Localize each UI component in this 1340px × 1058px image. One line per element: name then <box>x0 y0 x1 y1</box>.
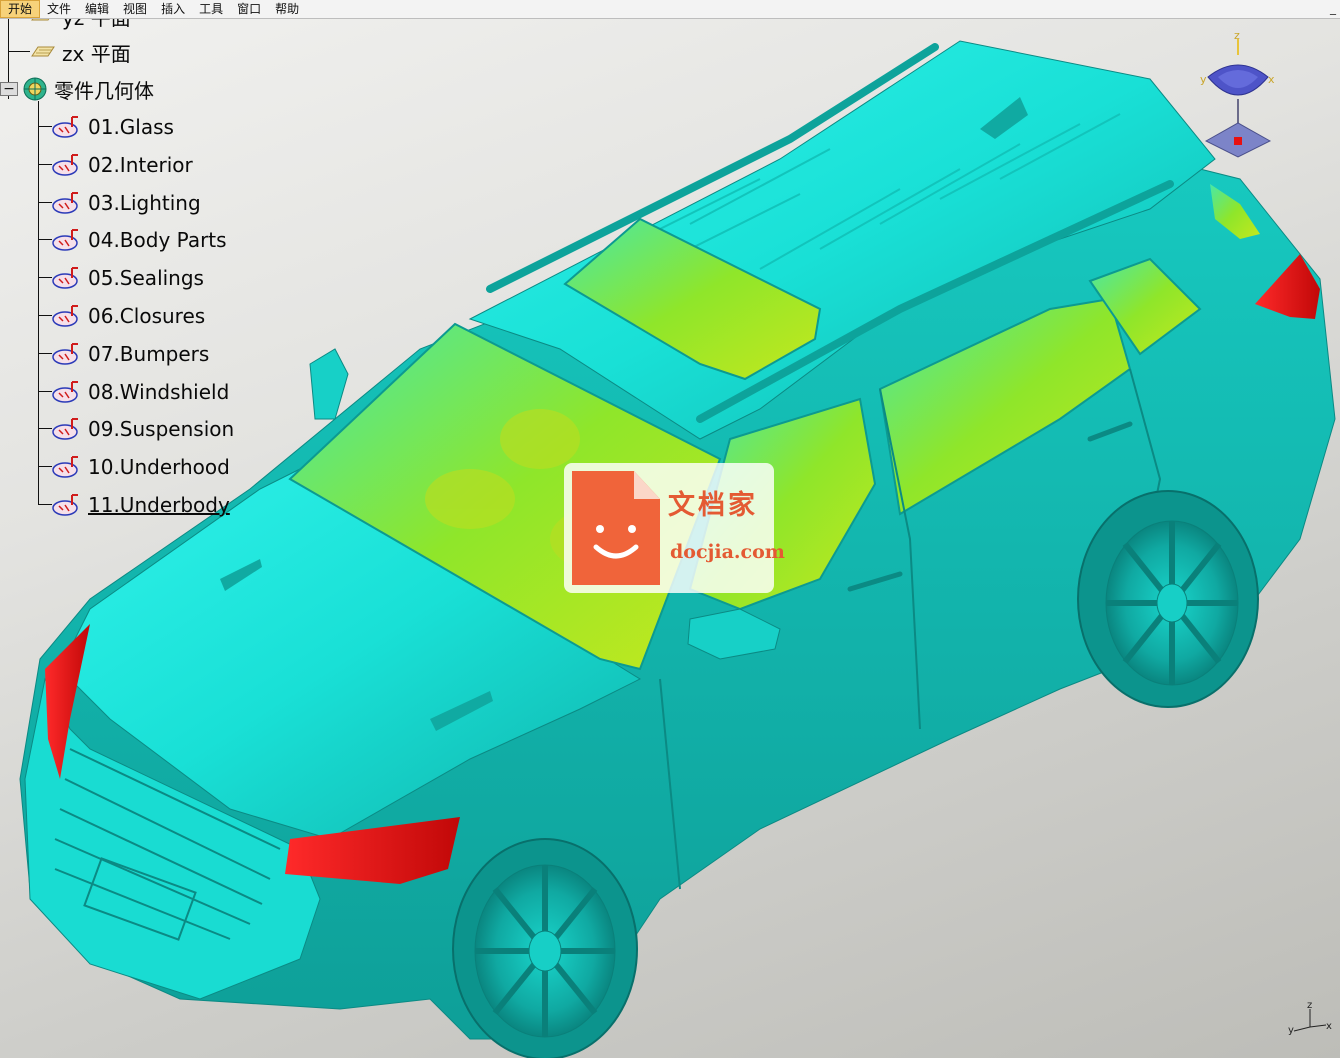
compass-y-label: y <box>1200 73 1207 86</box>
part-body-icon <box>52 267 78 289</box>
tree-link <box>38 428 52 430</box>
part-body-icon <box>52 494 78 516</box>
tree-node-label: 04.Body Parts <box>88 228 227 253</box>
part-body-icon <box>52 418 78 441</box>
minimize-button[interactable]: _ <box>1330 0 1336 16</box>
tree-node-part[interactable]: 03.Lighting <box>52 190 201 216</box>
tree-node-label: 零件几何体 <box>54 78 154 103</box>
rear-wheel <box>1077 490 1259 708</box>
tree-node-part[interactable]: 09.Suspension <box>52 416 234 442</box>
collapse-toggle[interactable]: − <box>0 82 18 96</box>
tree-link <box>8 51 30 52</box>
menu-tools[interactable]: 工具 <box>192 0 230 18</box>
tree-node-part[interactable]: 05.Sealings <box>52 265 204 291</box>
tree-link <box>38 201 52 203</box>
part-body-icon <box>52 116 78 138</box>
compass-z-label: z <box>1234 33 1240 42</box>
tree-node-part[interactable]: 02.Interior <box>52 152 193 178</box>
document-smile-icon <box>572 471 660 585</box>
tree-node-label: 01.Glass <box>88 115 174 139</box>
tree-node-label: 03.Lighting <box>88 190 201 215</box>
watermark-cn-text: 文档家 <box>668 490 758 521</box>
tree-node-part[interactable]: 04.Body Parts <box>52 227 227 253</box>
geometry-set-icon <box>23 77 47 101</box>
part-body-icon <box>52 456 78 478</box>
tree-node-part-geometry[interactable]: − 零件几何体 <box>0 76 154 103</box>
axis-indicator: z y x <box>1288 1000 1332 1035</box>
menu-insert[interactable]: 插入 <box>154 0 192 18</box>
3d-viewport[interactable]: yz 平面 zx 平面 − 零件几何体 01.Glass02.Interior0… <box>0 6 1340 1058</box>
tree-link <box>38 163 52 165</box>
menu-help[interactable]: 帮助 <box>268 0 306 18</box>
tree-node-label: zx 平面 <box>62 41 131 66</box>
specification-tree: yz 平面 zx 平面 − 零件几何体 01.Glass02.Interior0… <box>0 6 260 539</box>
tree-node-part[interactable]: 07.Bumpers <box>52 341 209 367</box>
menu-start[interactable]: 开始 <box>0 0 41 18</box>
tree-link <box>38 315 52 316</box>
side-mirror-left <box>309 348 349 420</box>
tree-link <box>38 390 52 392</box>
menu-bar: 开始 文件 编辑 视图 插入 工具 窗口 帮助 _ <box>0 0 1340 19</box>
tree-node-label: 02.Interior <box>88 152 193 177</box>
part-body-icon <box>52 191 78 214</box>
tree-node-label: 05.Sealings <box>88 266 204 291</box>
tree-link <box>38 239 52 241</box>
tree-node-part[interactable]: 01.Glass <box>52 114 174 140</box>
tree-branch-line <box>38 101 39 505</box>
compass-widget[interactable]: z x y <box>1198 33 1278 163</box>
tree-node-part[interactable]: 10.Underhood <box>52 454 230 480</box>
tree-node-label: 09.Suspension <box>88 417 235 442</box>
axis-z-label: z <box>1307 1000 1312 1011</box>
tree-node-part[interactable]: 06.Closures <box>52 303 205 329</box>
tree-node-label: 10.Underhood <box>88 455 230 480</box>
axis-x-label: x <box>1326 1021 1332 1032</box>
tree-link <box>38 466 52 468</box>
axis-y-label: y <box>1288 1025 1294 1035</box>
tree-node-label: 11.Underbody <box>88 493 230 517</box>
tree-node-label: 07.Bumpers <box>88 341 210 366</box>
menu-edit[interactable]: 编辑 <box>78 0 116 18</box>
plane-icon <box>31 46 55 57</box>
menu-file[interactable]: 文件 <box>40 0 78 18</box>
menu-window[interactable]: 窗口 <box>230 0 268 18</box>
tree-node-label: 06.Closures <box>88 304 206 328</box>
tree-link <box>38 126 52 127</box>
menu-view[interactable]: 视图 <box>116 0 154 18</box>
tree-node-zx-plane[interactable]: zx 平面 <box>28 39 131 66</box>
part-body-icon <box>52 229 78 252</box>
watermark-en-text: docjia.com <box>670 541 785 563</box>
part-body-icon <box>52 153 78 176</box>
tree-link <box>38 277 52 279</box>
tree-node-part[interactable]: 08.Windshield <box>52 379 229 405</box>
tree-link <box>38 504 52 505</box>
part-body-icon <box>52 305 78 327</box>
tree-node-part[interactable]: 11.Underbody <box>52 492 230 518</box>
tree-link <box>38 352 52 354</box>
tree-node-label: 08.Windshield <box>88 379 230 404</box>
part-body-icon <box>52 342 78 365</box>
compass-x-label: x <box>1268 73 1275 86</box>
part-body-icon <box>52 380 78 403</box>
front-wheel <box>452 838 638 1058</box>
watermark: 文档家 docjia.com <box>564 463 785 593</box>
